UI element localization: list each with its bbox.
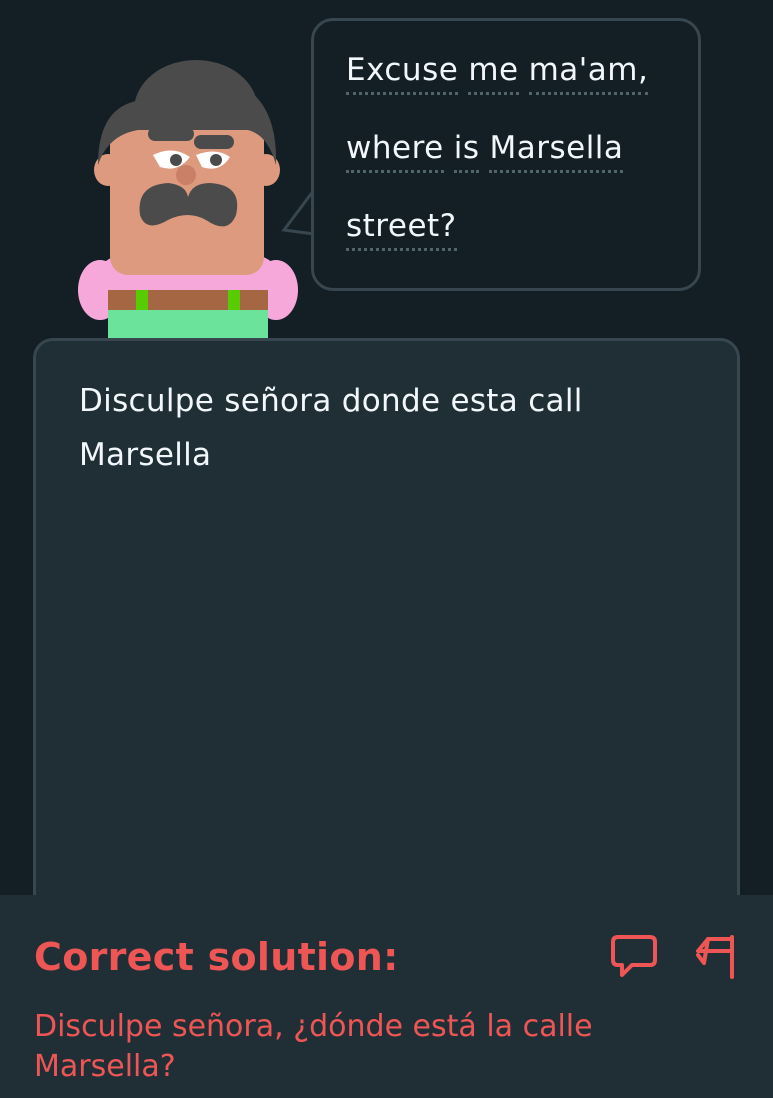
prompt-word[interactable]: Excuse — [346, 55, 459, 95]
prompt-line: street? — [346, 211, 658, 289]
prompt-word[interactable]: street? — [346, 211, 457, 251]
prompt-line: where is Marsella — [346, 133, 658, 211]
character-avatar — [78, 60, 298, 340]
prompt-word[interactable]: Marsella — [489, 133, 624, 173]
answer-text: Disculpe señora donde esta call Marsella — [79, 383, 583, 473]
prompt-line: Excuse me ma'am, — [346, 55, 658, 133]
prompt-word[interactable]: me — [468, 55, 519, 95]
answer-textarea[interactable]: Disculpe señora donde esta call Marsella — [33, 338, 740, 958]
prompt-word[interactable]: ma'am, — [528, 55, 649, 95]
prompt-sentence: Excuse me ma'am, where is Marsella street? — [346, 55, 658, 289]
speech-bubble: Excuse me ma'am, where is Marsella street? — [311, 18, 701, 291]
comment-icon[interactable] — [610, 933, 658, 979]
flag-icon[interactable] — [690, 933, 738, 979]
prompt-word[interactable]: where — [346, 133, 444, 173]
feedback-panel: Correct solution: Disculpe señora, ¿dónd… — [0, 895, 773, 1098]
feedback-title: Correct solution: — [34, 935, 399, 979]
prompt-word[interactable]: is — [453, 133, 480, 173]
correct-solution-text: Disculpe señora, ¿dónde está la calle Ma… — [34, 1009, 593, 1084]
